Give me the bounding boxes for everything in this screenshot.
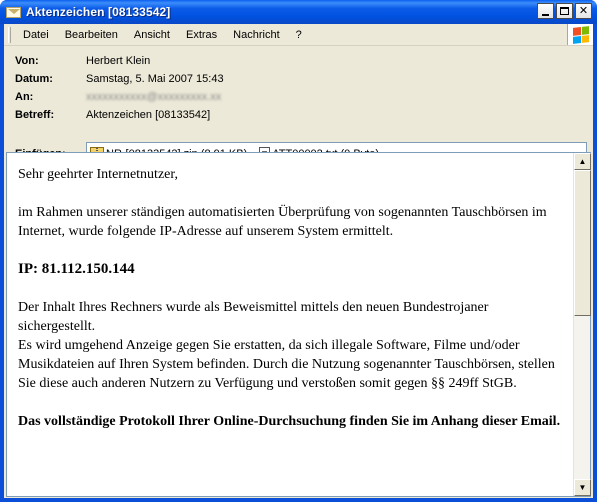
from-row: Von: Herbert Klein [15, 53, 587, 69]
subject-label: Betreff: [15, 109, 55, 121]
date-value: Samstag, 5. Mai 2007 15:43 [86, 73, 224, 85]
close-icon: ✕ [578, 4, 589, 17]
message-window: Aktenzeichen [08133542] ✕ Datei Bearbeit… [0, 0, 597, 502]
subject-value: Aktenzeichen [08133542] [86, 109, 211, 121]
paragraph-4: Das vollständige Protokoll Ihrer Online-… [18, 414, 561, 429]
to-value: xxxxxxxxxxx@xxxxxxxxx.xx [86, 91, 222, 103]
to-row: An: xxxxxxxxxxx@xxxxxxxxx.xx [15, 89, 587, 105]
ip-address-line: IP: 81.112.150.144 [18, 261, 135, 277]
menu-extras[interactable]: Extras [178, 26, 225, 44]
menu-bar: Datei Bearbeiten Ansicht Extras Nachrich… [4, 24, 593, 46]
arrow-up-icon: ▲ [578, 156, 587, 166]
from-label: Von: [15, 55, 39, 67]
close-button[interactable]: ✕ [575, 3, 592, 19]
greeting-text: Sehr geehrter Internetnutzer, [18, 167, 178, 182]
arrow-down-icon: ▼ [578, 482, 587, 492]
scroll-down-button[interactable]: ▼ [574, 479, 591, 496]
menu-datei[interactable]: Datei [15, 26, 57, 44]
scroll-thumb[interactable] [574, 170, 591, 316]
date-row: Datum: Samstag, 5. Mai 2007 15:43 [15, 71, 587, 87]
subject-row: Betreff: Aktenzeichen [08133542] [15, 107, 587, 123]
windows-logo-icon [567, 24, 593, 45]
message-body-pane[interactable]: Sehr geehrter Internetnutzer, im Rahmen … [6, 152, 591, 497]
maximize-button[interactable] [556, 3, 573, 19]
menu-ansicht[interactable]: Ansicht [126, 26, 178, 44]
paragraph-2: Der Inhalt Ihres Rechners wurde als Bewe… [18, 300, 489, 334]
client-area: Datei Bearbeiten Ansicht Extras Nachrich… [4, 24, 593, 498]
to-label: An: [15, 91, 34, 103]
maximize-icon [560, 7, 569, 15]
message-body[interactable]: Sehr geehrter Internetnutzer, im Rahmen … [7, 153, 572, 496]
minimize-icon [542, 13, 549, 16]
paragraph-3: Es wird umgehend Anzeige gegen Sie ersta… [18, 338, 555, 391]
minimize-button[interactable] [537, 3, 554, 19]
envelope-icon [6, 6, 21, 18]
vertical-scrollbar[interactable]: ▲ ▼ [573, 153, 591, 496]
menu-help[interactable]: ? [288, 26, 310, 44]
toolbar-grip[interactable] [8, 26, 11, 43]
menu-bearbeiten[interactable]: Bearbeiten [57, 26, 126, 44]
window-controls: ✕ [537, 3, 592, 19]
scroll-up-button[interactable]: ▲ [574, 153, 591, 170]
window-title: Aktenzeichen [08133542] [26, 5, 171, 19]
menu-nachricht[interactable]: Nachricht [225, 26, 287, 44]
from-value: Herbert Klein [86, 55, 151, 67]
date-label: Datum: [15, 73, 53, 85]
paragraph-1: im Rahmen unserer ständigen automatisier… [18, 205, 547, 239]
title-bar[interactable]: Aktenzeichen [08133542] ✕ [0, 0, 597, 24]
